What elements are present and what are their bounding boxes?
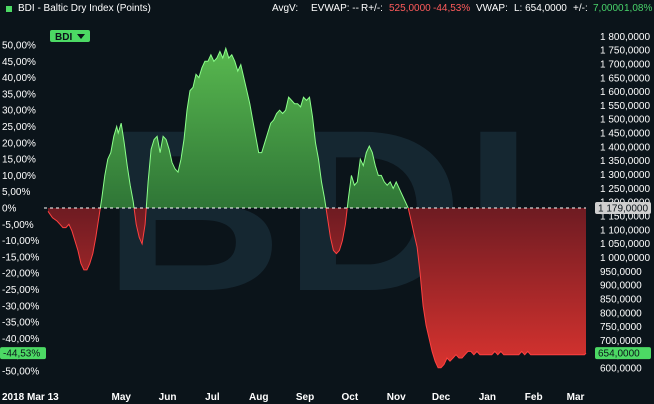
y-left-tick-label: -35,00% <box>2 318 39 329</box>
x-tick-label: Sep <box>296 392 314 403</box>
y-left-tick-label: -20,00% <box>2 269 39 280</box>
x-tick-label: Aug <box>249 392 268 403</box>
y-right-tick-label: 1 100,0000 <box>600 225 650 236</box>
y-left-tick-label: 50,00% <box>2 41 36 52</box>
svg-text:-44,53%: -44,53% <box>3 349 40 360</box>
y-right-tick-label: 1 300,0000 <box>600 170 650 181</box>
y-left-tick-label: -15,00% <box>2 252 39 263</box>
y-left-tick-label: 25,00% <box>2 122 36 133</box>
y-right-tick-label: 1 600,0000 <box>600 87 650 98</box>
x-tick-label: Jan <box>479 392 496 403</box>
y-left-tick-label: -40,00% <box>2 334 39 345</box>
bdi-area-chart[interactable]: BDI 50,00% 45,00% 40,00% 35,00% 30,00% 25,00%… <box>0 0 654 404</box>
y-left-tick-label: 45,00% <box>2 57 36 68</box>
y-left-tick-label: 20,00% <box>2 138 36 149</box>
x-tick-label: Nov <box>387 392 406 403</box>
y-left-tick-label: 15,00% <box>2 155 36 166</box>
y-right-tick-label: 1 450,0000 <box>600 129 650 140</box>
x-tick-label: Feb <box>525 392 543 403</box>
y-right-tick-label: 1 700,0000 <box>600 59 650 70</box>
x-tick-label: Jun <box>159 392 177 403</box>
y-right-tick-label: 600,0000 <box>600 364 642 375</box>
y-left-tick-label: -5,00% <box>2 220 34 231</box>
last-value-tag: 654,0000 <box>595 347 651 360</box>
svg-text:654,0000: 654,0000 <box>598 349 640 360</box>
y-right-tick-label: 900,0000 <box>600 281 642 292</box>
y-left-tick-label: 0% <box>2 204 17 215</box>
reference-value-tag: 1 179,0000 <box>595 202 651 215</box>
y-right-tick-label: 800,0000 <box>600 308 642 319</box>
y-right-tick-label: 750,0000 <box>600 322 642 333</box>
y-left-tick-label: -30,00% <box>2 301 39 312</box>
y-right-tick-label: 1 500,0000 <box>600 115 650 126</box>
y-left-tick-label: -10,00% <box>2 236 39 247</box>
y-right-tick-label: 1 250,0000 <box>600 184 650 195</box>
y-right-tick-label: 1 650,0000 <box>600 73 650 84</box>
y-left-tick-label: 35,00% <box>2 89 36 100</box>
y-right-tick-label: 1 000,0000 <box>600 253 650 264</box>
series-legend-badge[interactable]: BDI <box>50 30 90 43</box>
y-right-tick-label: 850,0000 <box>600 294 642 305</box>
y-left-tick-label: -25,00% <box>2 285 39 296</box>
y-left-tick-label: 5,00% <box>2 187 30 198</box>
x-tick-label: Oct <box>342 392 359 403</box>
svg-text:1 179,0000: 1 179,0000 <box>598 204 648 215</box>
y-right-tick-label: 1 350,0000 <box>600 156 650 167</box>
x-tick-label: Mar <box>567 392 585 403</box>
series-legend-label: BDI <box>55 32 72 43</box>
y-left-tick-label: -50,00% <box>2 367 39 378</box>
x-tick-label: Dec <box>432 392 451 403</box>
x-tick-label: 2018 Mar 13 <box>2 392 59 403</box>
y-left-tick-label: 10,00% <box>2 171 36 182</box>
y-right-tick-label: 1 050,0000 <box>600 239 650 250</box>
y-right-tick-label: 950,0000 <box>600 267 642 278</box>
y-right-tick-label: 1 550,0000 <box>600 101 650 112</box>
x-tick-label: Jul <box>205 392 220 403</box>
y-right-tick-label: 1 800,0000 <box>600 32 650 43</box>
last-pct-tag: -44,53% <box>0 347 46 360</box>
y-right-tick-label: 1 400,0000 <box>600 142 650 153</box>
y-left-tick-label: 40,00% <box>2 73 36 84</box>
y-right-tick-label: 700,0000 <box>600 336 642 347</box>
x-tick-label: May <box>112 392 132 403</box>
y-right-tick-label: 1 750,0000 <box>600 46 650 57</box>
y-left-tick-label: 30,00% <box>2 106 36 117</box>
